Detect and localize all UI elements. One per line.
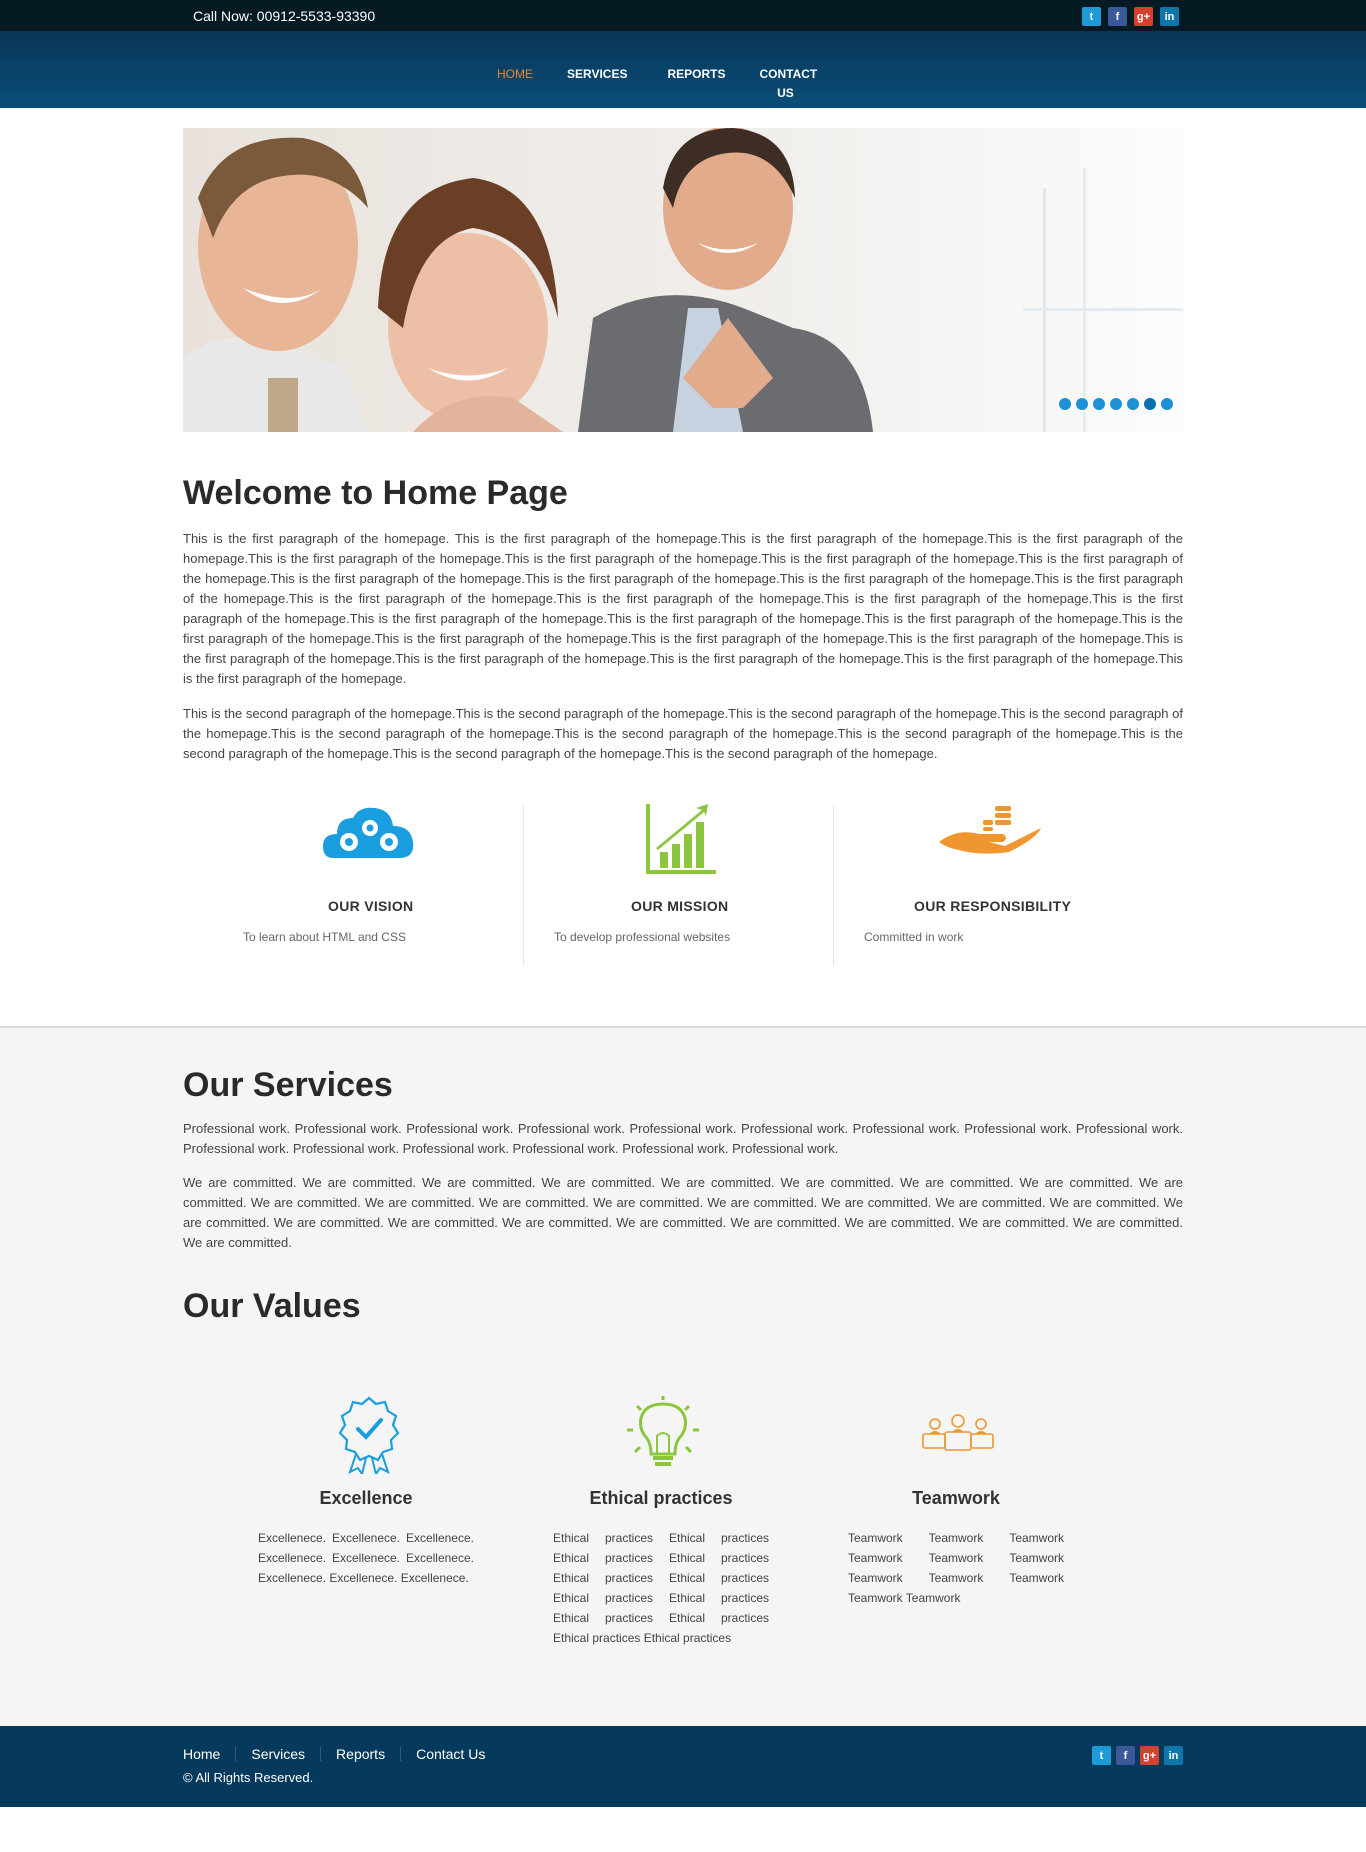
- nav-item-contact-us[interactable]: CONTACT US: [745, 65, 825, 103]
- footer-links: Home Services Reports Contact Us: [183, 1747, 500, 1761]
- nav-item-reports[interactable]: REPORTS: [647, 65, 745, 103]
- value-excellence: Excellence Excellenece. Excellenece. Exc…: [258, 1396, 553, 1696]
- twitter-icon[interactable]: t: [1092, 1746, 1111, 1765]
- value-teamwork-text: Teamwork Teamwork Teamwork Teamwork Team…: [848, 1531, 1064, 1605]
- nav-item-services[interactable]: SERVICES: [547, 65, 647, 103]
- value-excellence-title: Excellence: [319, 1488, 413, 1508]
- footer: Home Services Reports Contact Us © All R…: [0, 1726, 1366, 1807]
- hero-slider: [183, 128, 1183, 432]
- value-ethical: Ethical practices Ethical practices Ethi…: [553, 1396, 848, 1696]
- slider-dot[interactable]: [1127, 398, 1139, 410]
- growth-chart-icon: [646, 804, 716, 874]
- slider-dot[interactable]: [1093, 398, 1105, 410]
- welcome-title: Welcome to Home Page: [183, 474, 568, 512]
- slider-dots: [1059, 398, 1173, 410]
- googleplus-icon[interactable]: g+: [1134, 7, 1153, 26]
- welcome-section: Welcome to Home Page This is the first p…: [183, 474, 1183, 966]
- linkedin-icon[interactable]: in: [1164, 1746, 1183, 1765]
- slider-dot[interactable]: [1161, 398, 1173, 410]
- slider-dot[interactable]: [1076, 398, 1088, 410]
- footer-link-services[interactable]: Services: [235, 1747, 320, 1761]
- services-title: Our Services: [183, 1066, 393, 1104]
- call-now-text: Call Now: 00912-5533-93390: [193, 8, 376, 24]
- value-teamwork-title: Teamwork: [912, 1488, 1000, 1508]
- welcome-paragraph-2: This is the second paragraph of the home…: [183, 706, 1183, 761]
- feature-vision-title: OUR VISION: [328, 898, 414, 914]
- values-title: Our Values: [183, 1287, 361, 1325]
- hand-coins-icon: [939, 806, 1041, 854]
- lightbulb-icon: [627, 1396, 699, 1466]
- feature-mission: OUR MISSION To develop professional webs…: [523, 804, 833, 966]
- feature-vision-text: To learn about HTML and CSS: [243, 930, 406, 944]
- value-ethical-text: Ethical practices Ethical practices Ethi…: [553, 1531, 769, 1645]
- facebook-icon[interactable]: f: [1108, 7, 1127, 26]
- nav-item-home[interactable]: HOME: [483, 65, 547, 103]
- social-links: t f g+ in: [1082, 7, 1179, 26]
- services-paragraph-2: We are committed. We are committed. We a…: [183, 1175, 1183, 1250]
- twitter-icon[interactable]: t: [1082, 7, 1101, 26]
- feature-responsibility-text: Committed in work: [864, 930, 964, 944]
- facebook-icon[interactable]: f: [1116, 1746, 1135, 1765]
- nav-menu: HOME SERVICES REPORTS CONTACT US: [483, 65, 825, 103]
- footer-social-links: t f g+ in: [1092, 1746, 1183, 1765]
- slider-dot[interactable]: [1110, 398, 1122, 410]
- cloud-gears-icon: [323, 807, 414, 858]
- googleplus-icon[interactable]: g+: [1140, 1746, 1159, 1765]
- welcome-paragraph-1: This is the first paragraph of the homep…: [183, 531, 1183, 686]
- top-bar: Call Now: 00912-5533-93390 t f g+ in: [0, 0, 1366, 31]
- value-teamwork: Teamwork Teamwork Teamwork Teamwork Team…: [848, 1396, 1143, 1696]
- services-section: Our Services Professional work. Professi…: [0, 1026, 1366, 1726]
- team-icon: [922, 1414, 994, 1451]
- hero-image: [183, 128, 1183, 432]
- value-excellence-text: Excellenece. Excellenece. Excellenece. E…: [258, 1531, 474, 1585]
- features-row: OUR VISION To learn about HTML and CSS O…: [183, 804, 1183, 966]
- award-badge-icon: [338, 1396, 400, 1474]
- footer-link-reports[interactable]: Reports: [320, 1747, 400, 1761]
- copyright: © All Rights Reserved.: [183, 1770, 314, 1785]
- footer-link-contact-us[interactable]: Contact Us: [400, 1747, 500, 1761]
- linkedin-icon[interactable]: in: [1160, 7, 1179, 26]
- feature-mission-text: To develop professional websites: [554, 930, 731, 944]
- slider-dot[interactable]: [1144, 398, 1156, 410]
- main-nav: HOME SERVICES REPORTS CONTACT US: [0, 31, 1366, 108]
- values-row: Excellence Excellenece. Excellenece. Exc…: [183, 1396, 1183, 1696]
- feature-responsibility: OUR RESPONSIBILITY Committed in work: [833, 804, 1183, 966]
- feature-vision: OUR VISION To learn about HTML and CSS: [183, 804, 523, 966]
- services-paragraph-1: Professional work. Professional work. Pr…: [183, 1121, 1183, 1156]
- footer-link-home[interactable]: Home: [183, 1747, 235, 1761]
- feature-mission-title: OUR MISSION: [631, 898, 729, 914]
- feature-responsibility-title: OUR RESPONSIBILITY: [914, 898, 1072, 914]
- value-ethical-title: Ethical practices: [589, 1488, 733, 1508]
- slider-dot[interactable]: [1059, 398, 1071, 410]
